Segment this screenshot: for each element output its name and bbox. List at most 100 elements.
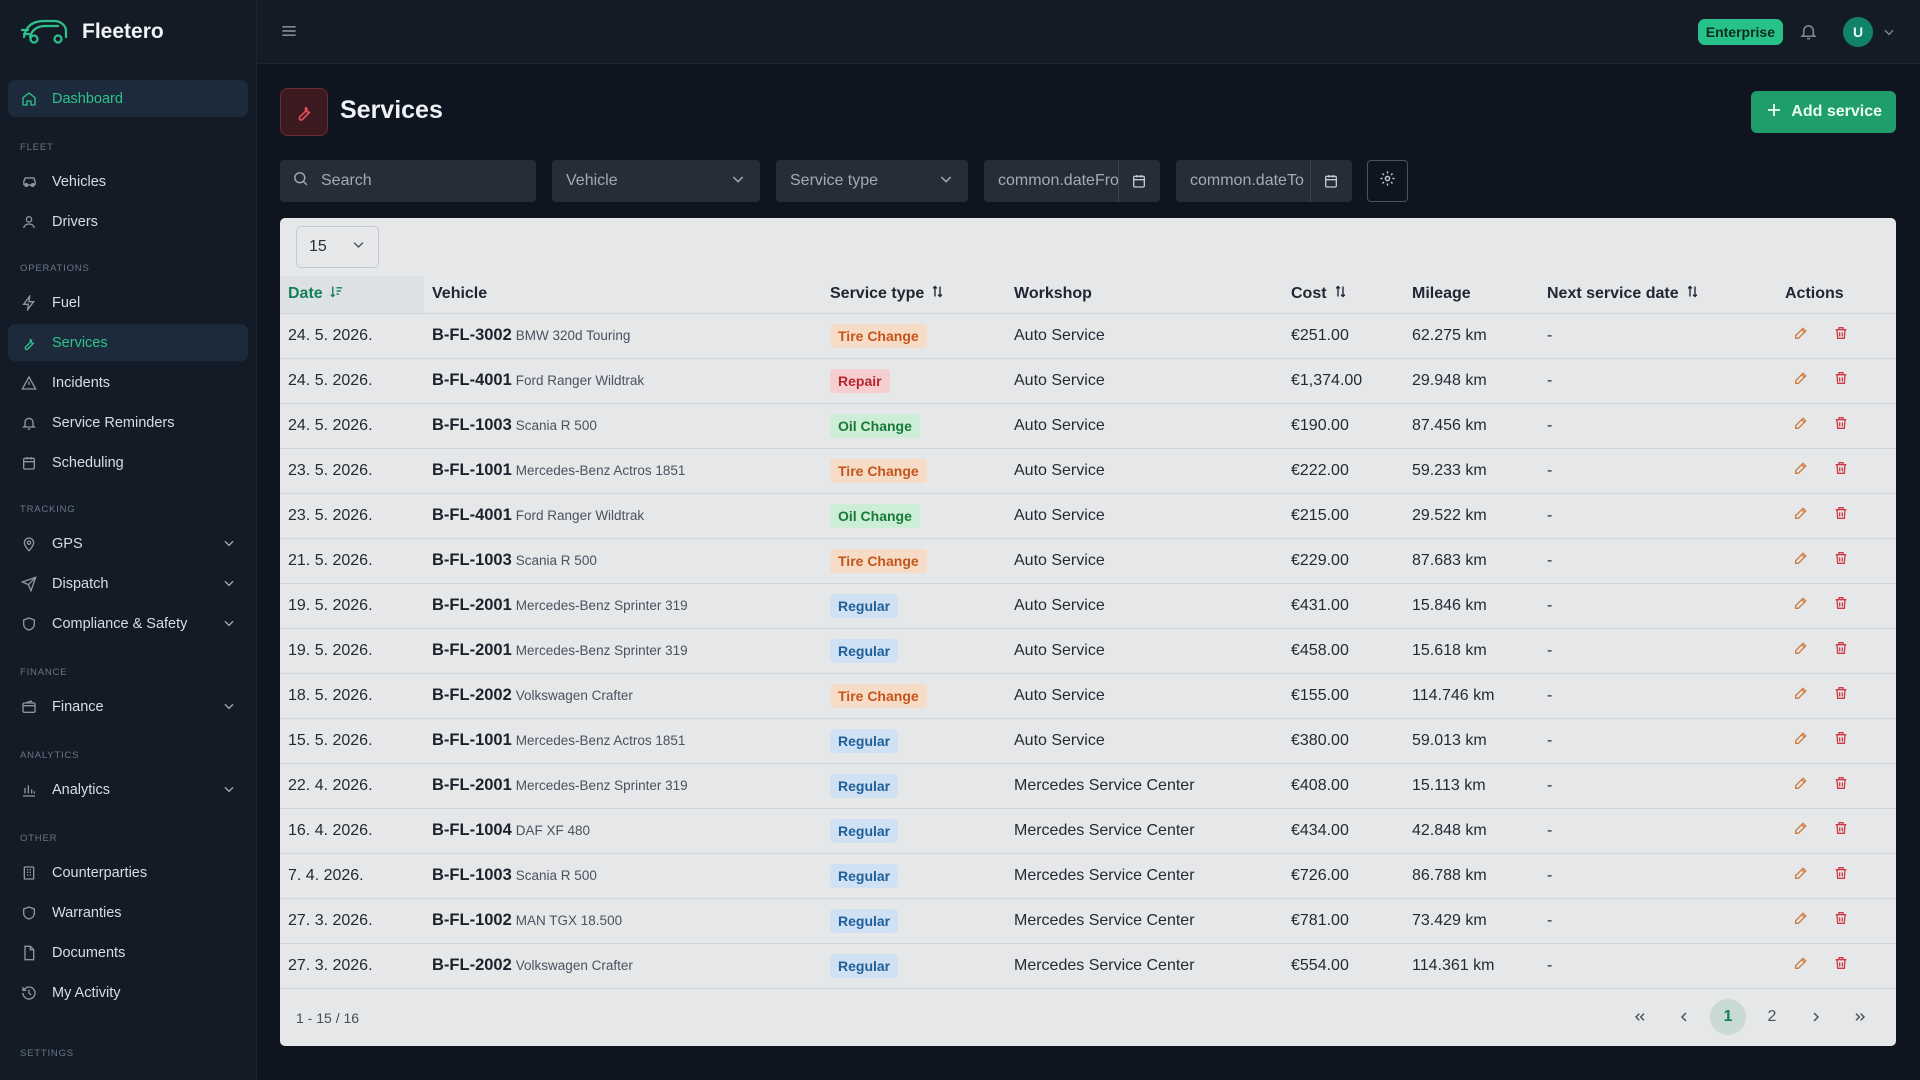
cell-service-type: Repair xyxy=(822,358,1006,404)
sidebar-item-service-reminders[interactable]: Service Reminders xyxy=(8,404,248,441)
calendar-icon[interactable] xyxy=(1118,160,1159,202)
edit-pencil-icon[interactable] xyxy=(1793,550,1809,571)
table-row[interactable]: 21. 5. 2026. B-FL-1003 Scania R 500 Tire Ch… xyxy=(280,538,1896,584)
table-row[interactable]: 24. 5. 2026. B-FL-4001 Ford Ranger Wildtra… xyxy=(280,358,1896,404)
edit-pencil-icon[interactable] xyxy=(1793,505,1809,526)
edit-pencil-icon[interactable] xyxy=(1793,730,1809,751)
delete-trash-icon[interactable] xyxy=(1833,820,1849,841)
cell-actions xyxy=(1777,763,1896,809)
table-row[interactable]: 27. 3. 2026. B-FL-1002 MAN TGX 18.500 Regul… xyxy=(280,898,1896,944)
edit-pencil-icon[interactable] xyxy=(1793,595,1809,616)
table-row[interactable]: 18. 5. 2026. B-FL-2002 Volkswagen Crafter T… xyxy=(280,673,1896,719)
edit-pencil-icon[interactable] xyxy=(1793,325,1809,346)
service-type-badge: Regular xyxy=(830,818,899,843)
delete-trash-icon[interactable] xyxy=(1833,595,1849,616)
sidebar-item-counterparties[interactable]: Counterparties xyxy=(8,854,248,891)
delete-trash-icon[interactable] xyxy=(1833,640,1849,661)
table-row[interactable]: 23. 5. 2026. B-FL-4001 Ford Ranger Wildtra… xyxy=(280,493,1896,539)
last-page-button[interactable] xyxy=(1842,999,1878,1035)
sidebar-item-fuel[interactable]: Fuel xyxy=(8,284,248,321)
first-page-button[interactable] xyxy=(1622,999,1658,1035)
search-input[interactable]: Search xyxy=(280,160,536,202)
vehicle-select[interactable]: Vehicle xyxy=(552,160,760,202)
notifications-bell-icon[interactable] xyxy=(1799,22,1818,46)
sidebar-item-scheduling[interactable]: Scheduling xyxy=(8,444,248,481)
menu-icon[interactable] xyxy=(279,21,299,46)
table-row[interactable]: 27. 3. 2026. B-FL-2002 Volkswagen Crafter R… xyxy=(280,943,1896,989)
edit-pencil-icon[interactable] xyxy=(1793,370,1809,391)
table-row[interactable]: 19. 5. 2026. B-FL-2001 Mercedes-Benz Sprin… xyxy=(280,583,1896,629)
edit-pencil-icon[interactable] xyxy=(1793,415,1809,436)
date-from-field[interactable]: common.dateFrom xyxy=(984,160,1160,202)
sidebar-item-finance[interactable]: Finance xyxy=(8,688,248,725)
table-row[interactable]: 24. 5. 2026. B-FL-3002 BMW 320d Touring Tir… xyxy=(280,313,1896,359)
table-row[interactable]: 15. 5. 2026. B-FL-1001 Mercedes-Benz Actro… xyxy=(280,718,1896,764)
edit-pencil-icon[interactable] xyxy=(1793,685,1809,706)
cell-cost: €431.00 xyxy=(1283,583,1404,629)
sidebar-item-services[interactable]: Services xyxy=(8,324,248,361)
cell-next-service-date: - xyxy=(1539,853,1777,899)
sidebar-item-gps[interactable]: GPS xyxy=(8,525,248,562)
table-row[interactable]: 16. 4. 2026. B-FL-1004 DAF XF 480 Regular Me… xyxy=(280,808,1896,854)
column-header-service-type[interactable]: Service type xyxy=(822,276,1006,314)
edit-pencil-icon[interactable] xyxy=(1793,820,1809,841)
delete-trash-icon[interactable] xyxy=(1833,550,1849,571)
next-page-button[interactable] xyxy=(1798,999,1834,1035)
delete-trash-icon[interactable] xyxy=(1833,325,1849,346)
edit-pencil-icon[interactable] xyxy=(1793,775,1809,796)
service-type-select-label: Service type xyxy=(790,172,879,189)
service-type-select[interactable]: Service type xyxy=(776,160,968,202)
edit-pencil-icon[interactable] xyxy=(1793,910,1809,931)
delete-trash-icon[interactable] xyxy=(1833,775,1849,796)
sidebar-item-drivers[interactable]: Drivers xyxy=(8,203,248,240)
calendar-icon[interactable] xyxy=(1310,160,1351,202)
edit-pencil-icon[interactable] xyxy=(1793,460,1809,481)
page-size-select[interactable]: 15 xyxy=(296,226,379,268)
column-header-date[interactable]: Date xyxy=(280,276,424,314)
table-row[interactable]: 19. 5. 2026. B-FL-2001 Mercedes-Benz Sprin… xyxy=(280,628,1896,674)
delete-trash-icon[interactable] xyxy=(1833,955,1849,976)
delete-trash-icon[interactable] xyxy=(1833,505,1849,526)
delete-trash-icon[interactable] xyxy=(1833,910,1849,931)
sidebar-item-dispatch[interactable]: Dispatch xyxy=(8,565,248,602)
warning-triangle-icon xyxy=(20,374,38,392)
column-header-cost[interactable]: Cost xyxy=(1283,276,1404,314)
avatar[interactable]: U xyxy=(1843,17,1873,47)
sidebar-item-warranties[interactable]: Warranties xyxy=(8,894,248,931)
edit-pencil-icon[interactable] xyxy=(1793,955,1809,976)
sidebar-item-my-activity[interactable]: My Activity xyxy=(8,974,248,1011)
table-header-row: Date Vehicle Service type Workshop Cost … xyxy=(280,276,1896,314)
delete-trash-icon[interactable] xyxy=(1833,370,1849,391)
vehicle-model: Ford Ranger Wildtrak xyxy=(515,373,645,388)
column-header-next-service-date[interactable]: Next service date xyxy=(1539,276,1777,314)
car-icon xyxy=(20,173,38,191)
cell-actions xyxy=(1777,358,1896,404)
page-button-2[interactable]: 2 xyxy=(1754,999,1790,1035)
sidebar-item-dashboard[interactable]: Dashboard xyxy=(8,80,248,117)
page-button-1[interactable]: 1 xyxy=(1710,999,1746,1035)
table-row[interactable]: 24. 5. 2026. B-FL-1003 Scania R 500 Oil Cha… xyxy=(280,403,1896,449)
column-settings-button[interactable] xyxy=(1367,160,1408,202)
table-row[interactable]: 22. 4. 2026. B-FL-2001 Mercedes-Benz Sprin… xyxy=(280,763,1896,809)
sidebar-item-incidents[interactable]: Incidents xyxy=(8,364,248,401)
delete-trash-icon[interactable] xyxy=(1833,415,1849,436)
date-to-field[interactable]: common.dateTo xyxy=(1176,160,1352,202)
sidebar-item-compliance-safety[interactable]: Compliance & Safety xyxy=(8,605,248,642)
sidebar-item-vehicles[interactable]: Vehicles xyxy=(8,163,248,200)
cell-service-type: Regular xyxy=(822,808,1006,854)
delete-trash-icon[interactable] xyxy=(1833,730,1849,751)
delete-trash-icon[interactable] xyxy=(1833,460,1849,481)
app-logo[interactable]: Fleetero xyxy=(0,0,256,64)
edit-pencil-icon[interactable] xyxy=(1793,865,1809,886)
edit-pencil-icon[interactable] xyxy=(1793,640,1809,661)
vehicle-model: MAN TGX 18.500 xyxy=(515,913,623,928)
table-row[interactable]: 7. 4. 2026. B-FL-1003 Scania R 500 Regular M… xyxy=(280,853,1896,899)
table-row[interactable]: 23. 5. 2026. B-FL-1001 Mercedes-Benz Actro… xyxy=(280,448,1896,494)
delete-trash-icon[interactable] xyxy=(1833,685,1849,706)
sidebar-item-documents[interactable]: Documents xyxy=(8,934,248,971)
previous-page-button[interactable] xyxy=(1666,999,1702,1035)
sidebar-item-analytics[interactable]: Analytics xyxy=(8,771,248,808)
delete-trash-icon[interactable] xyxy=(1833,865,1849,886)
add-service-button[interactable]: Add service xyxy=(1751,91,1896,133)
chevron-down-icon[interactable] xyxy=(1882,25,1896,44)
